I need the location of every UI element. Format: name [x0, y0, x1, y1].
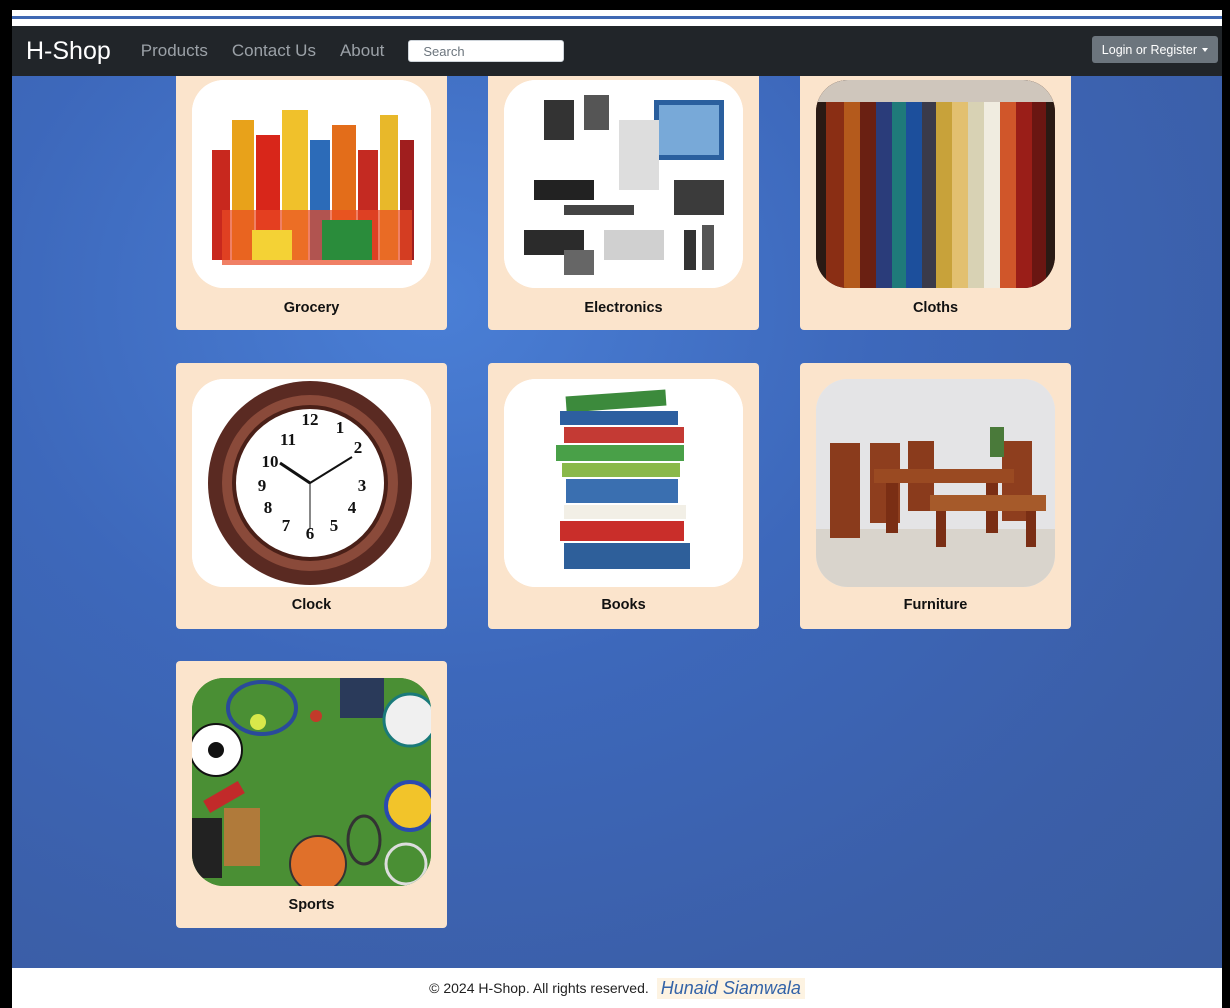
category-card-grocery[interactable]: Grocery [176, 76, 447, 330]
nav-link-products[interactable]: Products [141, 41, 208, 61]
svg-text:11: 11 [280, 430, 296, 449]
clock-image: 12 1 2 3 4 5 6 7 8 9 10 11 [192, 379, 431, 587]
furniture-image [816, 379, 1055, 587]
navbar: H-Shop Products Contact Us About Login o… [12, 26, 1222, 76]
login-register-label: Login or Register [1101, 42, 1197, 57]
category-card-electronics[interactable]: Electronics [488, 76, 759, 330]
nav-link-about[interactable]: About [340, 41, 384, 61]
cloths-image [816, 80, 1055, 288]
brand-logo[interactable]: H-Shop [26, 37, 111, 66]
footer: © 2024 H-Shop. All rights reserved. Huna… [12, 968, 1222, 1008]
category-label: Cloths [912, 300, 959, 316]
caret-down-icon [1202, 47, 1208, 52]
category-card-cloths[interactable]: Cloths [800, 76, 1071, 330]
svg-text:3: 3 [358, 476, 367, 495]
category-label: Sports [288, 897, 335, 913]
svg-text:7: 7 [282, 516, 291, 535]
category-label: Books [601, 597, 646, 613]
category-label: Electronics [584, 300, 663, 316]
svg-text:4: 4 [348, 498, 357, 517]
category-card-furniture[interactable]: Furniture [800, 363, 1071, 629]
category-card-sports[interactable]: Sports [176, 661, 447, 928]
svg-text:1: 1 [336, 418, 345, 437]
books-image [504, 379, 743, 587]
login-register-button[interactable]: Login or Register [1091, 36, 1218, 63]
category-label: Furniture [903, 597, 968, 613]
svg-text:9: 9 [258, 476, 267, 495]
category-label: Clock [291, 597, 332, 613]
category-grid: Grocery Electronics Cloths 12 1 2 3 4 5 … [12, 76, 1222, 968]
top-strip [12, 10, 1222, 19]
search-input[interactable] [408, 40, 565, 62]
grocery-image [192, 80, 431, 288]
svg-text:2: 2 [354, 438, 363, 457]
svg-text:5: 5 [330, 516, 339, 535]
category-card-clock[interactable]: 12 1 2 3 4 5 6 7 8 9 10 11 Clock [176, 363, 447, 629]
footer-copyright: © 2024 H-Shop. All rights reserved. [429, 980, 649, 996]
svg-text:12: 12 [302, 410, 319, 429]
electronics-image [504, 80, 743, 288]
category-label: Grocery [283, 300, 340, 316]
category-card-books[interactable]: Books [488, 363, 759, 629]
footer-author: Hunaid Siamwala [656, 977, 805, 999]
sports-image [192, 678, 431, 886]
svg-text:10: 10 [262, 452, 279, 471]
svg-text:8: 8 [264, 498, 273, 517]
browser-viewport: H-Shop Products Contact Us About Login o… [12, 10, 1222, 1008]
nav-link-contact[interactable]: Contact Us [232, 41, 316, 61]
